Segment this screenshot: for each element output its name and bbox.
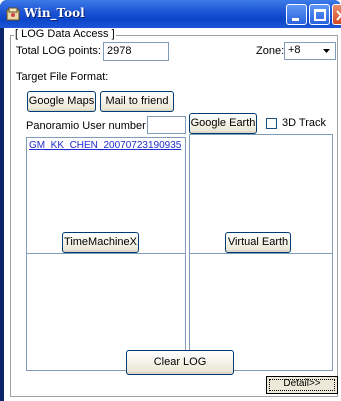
panoramio-label: Panoramio User number [26, 120, 146, 132]
3d-track-checkbox[interactable] [266, 118, 277, 129]
zone-select[interactable]: +8 [284, 42, 336, 60]
maximize-button[interactable] [309, 4, 330, 25]
group-label: [ LOG Data Access ] [14, 28, 116, 40]
minimize-button[interactable] [286, 4, 307, 25]
3d-track-label: 3D Track [282, 117, 327, 129]
detail-button[interactable]: Detail>> [266, 376, 338, 394]
app-icon [6, 7, 20, 21]
client-area: [ LOG Data Access ] Total LOG points: 29… [4, 28, 341, 401]
google-earth-button[interactable]: Google Earth [189, 113, 257, 134]
virtual-earth-button[interactable]: Virtual Earth [225, 232, 291, 253]
clear-log-button[interactable]: Clear LOG [126, 350, 234, 375]
chevron-down-icon[interactable] [319, 44, 334, 58]
close-button[interactable] [332, 4, 341, 25]
target-format-label: Target File Format: [16, 71, 109, 83]
list-item[interactable]: GM_KK_CHEN_20070723190935 [29, 140, 183, 151]
google-maps-button[interactable]: Google Maps [27, 91, 96, 112]
total-log-field[interactable]: 2978 [103, 42, 169, 61]
zone-label: Zone: [256, 45, 285, 57]
total-log-label: Total LOG points: [16, 45, 101, 57]
timemachinex-button[interactable]: TimeMachineX [62, 232, 139, 253]
mail-to-friend-button[interactable]: Mail to friend [100, 91, 174, 112]
title-bar[interactable]: Win_Tool [0, 0, 341, 28]
window-title: Win_Tool [24, 6, 85, 20]
zone-value: +8 [288, 44, 301, 56]
app-window: Win_Tool [ LOG Data Access ] Total LOG p… [0, 0, 341, 401]
panoramio-user-number-input[interactable] [147, 116, 186, 134]
